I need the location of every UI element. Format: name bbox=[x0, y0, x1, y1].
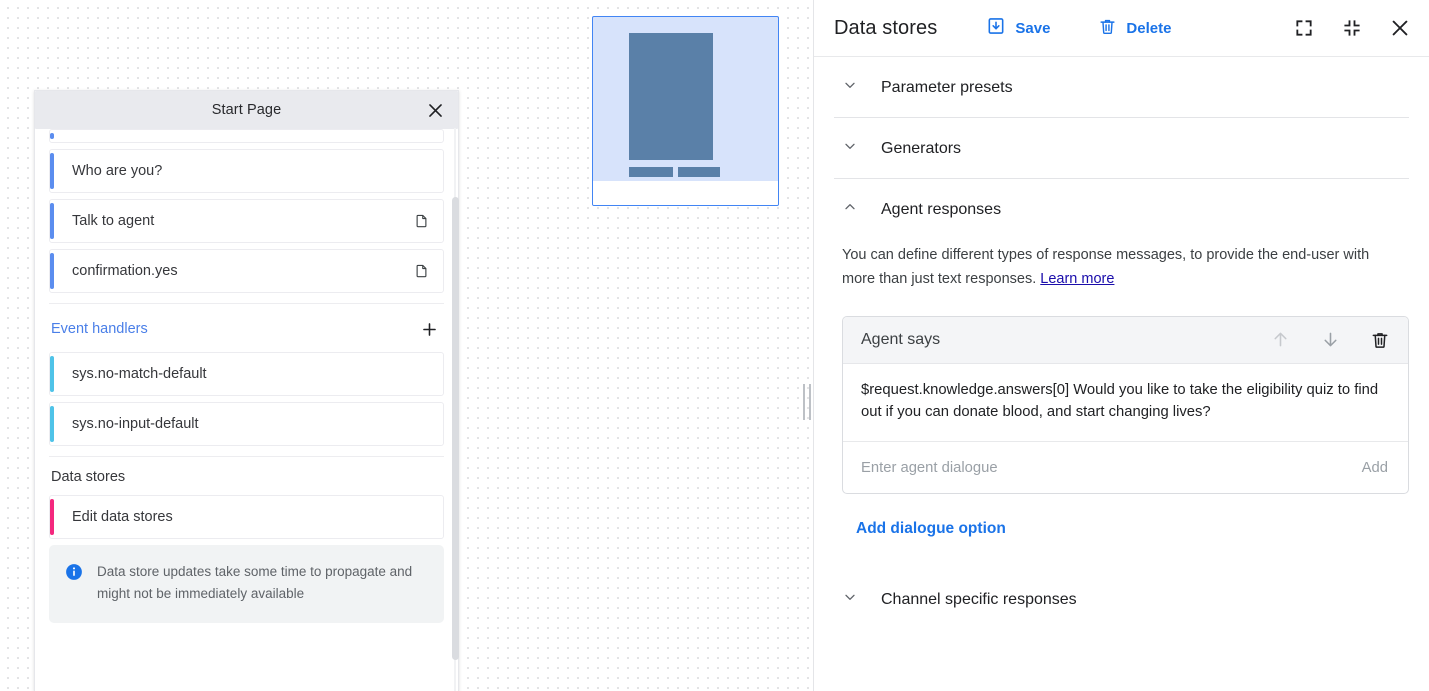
flow-canvas[interactable]: Start Page Who are you? Talk to agent bbox=[0, 0, 813, 691]
data-store-info-text: Data store updates take some time to pro… bbox=[97, 561, 426, 605]
agent-says-title: Agent says bbox=[861, 331, 940, 349]
start-page-dialog: Start Page Who are you? Talk to agent bbox=[34, 90, 459, 691]
node-bar-left bbox=[629, 167, 673, 177]
data-stores-panel: Data stores Save Delete bbox=[813, 0, 1429, 691]
save-icon bbox=[986, 16, 1006, 40]
node-block-shape bbox=[629, 33, 713, 160]
chevron-down-icon bbox=[842, 77, 858, 98]
add-dialogue-button[interactable]: Add bbox=[1348, 460, 1388, 476]
delete-label: Delete bbox=[1126, 20, 1171, 37]
agent-responses-helper-text: You can define different types of respon… bbox=[834, 239, 1396, 292]
document-icon bbox=[414, 212, 429, 230]
agent-dialogue-entry-row: Add bbox=[843, 442, 1408, 493]
route-item-label: confirmation.yes bbox=[72, 263, 414, 279]
delete-button[interactable]: Delete bbox=[1096, 13, 1173, 44]
close-icon[interactable] bbox=[1387, 15, 1413, 41]
panel-header: Data stores Save Delete bbox=[814, 0, 1429, 57]
agent-says-card: Agent says $request.knowledge.answers bbox=[842, 316, 1409, 495]
section-parameter-presets[interactable]: Parameter presets bbox=[834, 57, 1409, 117]
expand-icon[interactable] bbox=[1291, 15, 1317, 41]
section-agent-responses[interactable]: Agent responses bbox=[834, 179, 1409, 239]
event-handler-item[interactable]: sys.no-match-default bbox=[49, 352, 444, 396]
splitter-grip-icon bbox=[803, 384, 811, 420]
plus-icon[interactable] bbox=[416, 316, 442, 342]
start-page-dialog-header: Start Page bbox=[35, 91, 458, 129]
route-item-clipped[interactable] bbox=[49, 129, 444, 143]
node-bar-right bbox=[678, 167, 720, 177]
data-stores-title: Data stores bbox=[51, 469, 125, 485]
chevron-up-icon bbox=[842, 199, 858, 220]
add-dialogue-option-link[interactable]: Add dialogue option bbox=[856, 520, 1006, 538]
arrow-up-icon[interactable] bbox=[1268, 328, 1292, 352]
arrow-down-icon[interactable] bbox=[1318, 328, 1342, 352]
close-icon[interactable] bbox=[422, 97, 448, 123]
node-preview-area bbox=[593, 17, 778, 141]
app-root: Start Page Who are you? Talk to agent bbox=[0, 0, 1429, 691]
event-handlers-header: Event handlers bbox=[49, 304, 444, 352]
start-page-body: Who are you? Talk to agent confirmation.… bbox=[35, 129, 458, 691]
data-stores-header: Data stores bbox=[49, 457, 444, 495]
route-item-label: Talk to agent bbox=[72, 213, 414, 229]
route-item[interactable]: Who are you? bbox=[49, 149, 444, 193]
info-icon bbox=[65, 563, 83, 605]
page-title: Data stores bbox=[834, 17, 937, 40]
event-handler-label: sys.no-match-default bbox=[72, 366, 429, 382]
event-handler-item[interactable]: sys.no-input-default bbox=[49, 402, 444, 446]
start-page-title: Start Page bbox=[212, 102, 282, 118]
selected-flow-node[interactable] bbox=[592, 16, 779, 206]
section-label: Agent responses bbox=[881, 201, 1001, 219]
edit-data-stores-item[interactable]: Edit data stores bbox=[49, 495, 444, 539]
agent-says-header: Agent says bbox=[843, 317, 1408, 364]
section-label: Channel specific responses bbox=[881, 591, 1077, 609]
section-channel-specific-responses[interactable]: Channel specific responses bbox=[834, 569, 1409, 629]
save-button[interactable]: Save bbox=[984, 12, 1052, 44]
save-label: Save bbox=[1015, 20, 1050, 37]
trash-icon[interactable] bbox=[1368, 328, 1392, 352]
node-footer-area bbox=[593, 181, 778, 205]
chevron-down-icon bbox=[842, 589, 858, 610]
dialog-scrollbar-thumb[interactable] bbox=[452, 197, 459, 660]
route-item[interactable]: Talk to agent bbox=[49, 199, 444, 243]
edit-data-stores-label: Edit data stores bbox=[72, 509, 429, 525]
event-handlers-title[interactable]: Event handlers bbox=[51, 321, 148, 337]
agent-says-actions bbox=[1268, 328, 1392, 352]
trash-icon bbox=[1098, 17, 1117, 40]
section-label: Parameter presets bbox=[881, 79, 1013, 97]
route-item[interactable]: confirmation.yes bbox=[49, 249, 444, 293]
agent-dialogue-input[interactable] bbox=[861, 460, 1348, 476]
panel-splitter[interactable] bbox=[801, 0, 813, 691]
section-generators[interactable]: Generators bbox=[834, 118, 1409, 178]
collapse-icon[interactable] bbox=[1339, 15, 1365, 41]
event-handler-label: sys.no-input-default bbox=[72, 416, 429, 432]
learn-more-link[interactable]: Learn more bbox=[1040, 271, 1114, 287]
agent-says-message[interactable]: $request.knowledge.answers[0] Would you … bbox=[843, 364, 1408, 443]
panel-window-controls bbox=[1291, 15, 1413, 41]
chevron-down-icon bbox=[842, 138, 858, 159]
document-icon bbox=[414, 262, 429, 280]
panel-body: Parameter presets Generators Agent respo… bbox=[814, 57, 1429, 691]
section-label: Generators bbox=[881, 140, 961, 158]
data-store-info-box: Data store updates take some time to pro… bbox=[49, 545, 444, 623]
route-item-label: Who are you? bbox=[72, 163, 429, 179]
